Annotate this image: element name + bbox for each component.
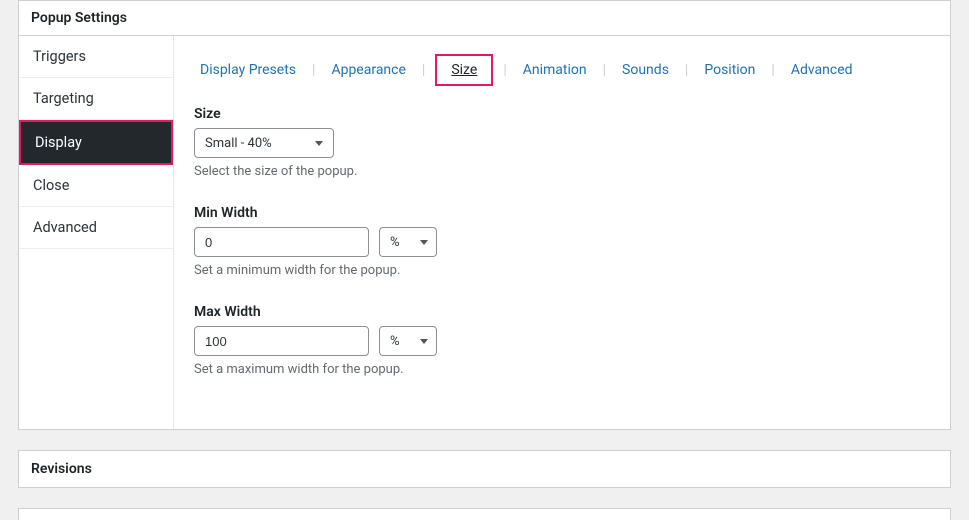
max-width-unit-value: % xyxy=(390,334,400,349)
tab-separator: | xyxy=(422,62,425,78)
revisions-panel: Revisions xyxy=(18,450,951,488)
max-width-row: % xyxy=(194,326,930,356)
min-width-unit-value: % xyxy=(390,235,400,250)
size-help: Select the size of the popup. xyxy=(194,164,930,179)
sidebar-item-display[interactable]: Display xyxy=(19,120,173,165)
size-label: Size xyxy=(194,106,930,122)
max-width-help: Set a maximum width for the popup. xyxy=(194,362,930,377)
revisions-title: Revisions xyxy=(19,451,950,487)
panel-title: Popup Settings xyxy=(19,1,950,36)
tab-advanced[interactable]: Advanced xyxy=(785,58,859,82)
min-width-help: Set a minimum width for the popup. xyxy=(194,263,930,278)
tab-separator: | xyxy=(771,62,774,78)
side-tabs: Triggers Targeting Display Close Advance… xyxy=(19,36,174,429)
sidebar-item-triggers[interactable]: Triggers xyxy=(19,36,173,78)
min-width-row: % xyxy=(194,227,930,257)
size-select-value: Small - 40% xyxy=(205,136,272,151)
tab-separator: | xyxy=(685,62,688,78)
tab-sounds[interactable]: Sounds xyxy=(616,58,675,82)
sidebar-item-close[interactable]: Close xyxy=(19,165,173,207)
min-width-unit-select[interactable]: % xyxy=(379,227,437,257)
content-area: Display Presets | Appearance | Size | An… xyxy=(174,36,950,429)
tab-separator: | xyxy=(312,62,315,78)
tab-size[interactable]: Size xyxy=(435,54,493,86)
sidebar-item-targeting[interactable]: Targeting xyxy=(19,78,173,120)
field-size: Size Small - 40% Select the size of the … xyxy=(194,106,930,179)
sidebar-item-advanced[interactable]: Advanced xyxy=(19,207,173,249)
panel-body: Triggers Targeting Display Close Advance… xyxy=(19,36,950,429)
min-width-input[interactable] xyxy=(194,227,369,257)
tab-position[interactable]: Position xyxy=(698,58,761,82)
field-min-width: Min Width % Set a minimum width for the … xyxy=(194,205,930,278)
max-width-label: Max Width xyxy=(194,304,930,320)
max-width-input[interactable] xyxy=(194,326,369,356)
popup-settings-panel: Popup Settings Triggers Targeting Displa… xyxy=(18,0,951,430)
tab-separator: | xyxy=(503,62,506,78)
sub-tabs: Display Presets | Appearance | Size | An… xyxy=(194,54,930,86)
truncated-panel xyxy=(18,508,951,520)
tab-separator: | xyxy=(603,62,606,78)
tab-animation[interactable]: Animation xyxy=(517,58,593,82)
min-width-label: Min Width xyxy=(194,205,930,221)
size-select[interactable]: Small - 40% xyxy=(194,128,334,158)
tab-appearance[interactable]: Appearance xyxy=(325,58,411,82)
max-width-unit-select[interactable]: % xyxy=(379,326,437,356)
tab-display-presets[interactable]: Display Presets xyxy=(194,58,302,82)
field-max-width: Max Width % Set a maximum width for the … xyxy=(194,304,930,377)
